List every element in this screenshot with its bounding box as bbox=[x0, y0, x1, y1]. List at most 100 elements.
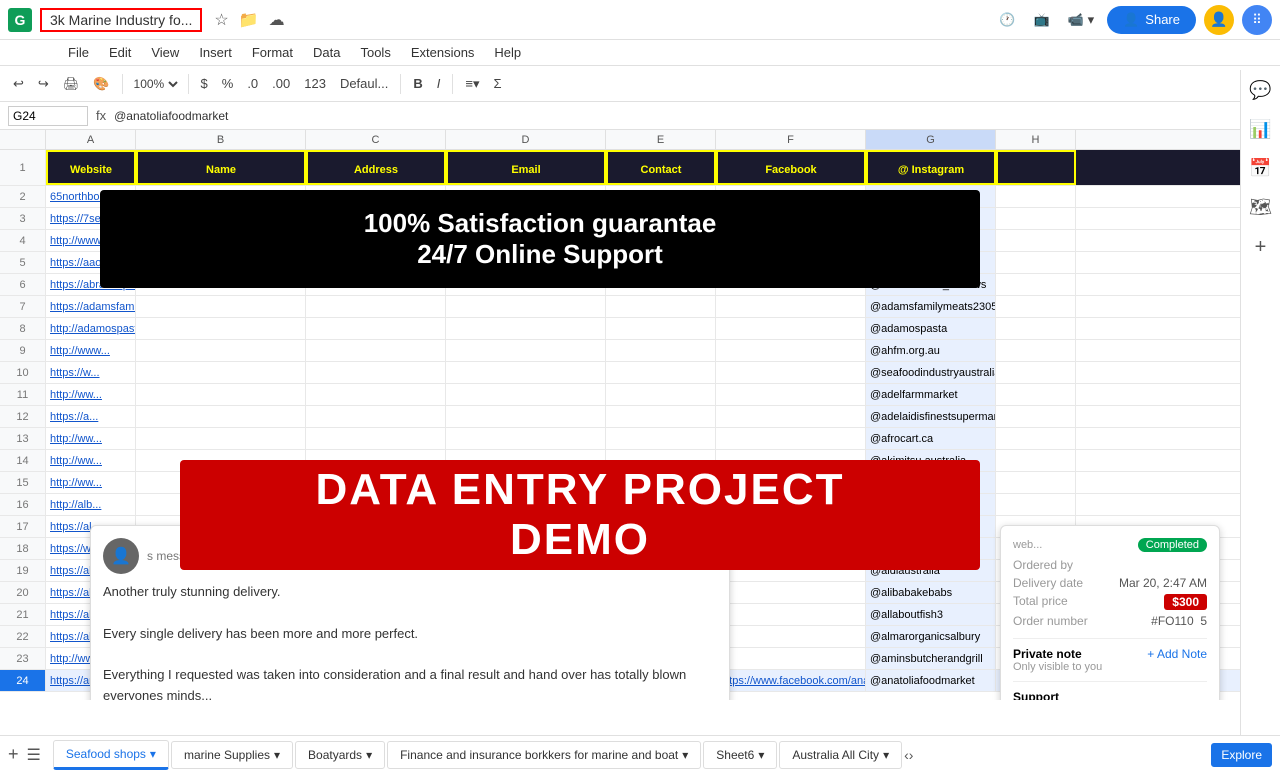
meet-button[interactable]: 📹 ▾ bbox=[1063, 9, 1099, 31]
menu-edit[interactable]: Edit bbox=[101, 42, 139, 63]
font-button[interactable]: Defaul... bbox=[335, 73, 393, 94]
cell-facebook-7[interactable] bbox=[716, 296, 866, 317]
cell-website-13[interactable]: http://ww... bbox=[46, 428, 136, 449]
cell-website-15[interactable]: http://ww... bbox=[46, 472, 136, 493]
redo-button[interactable]: ↪ bbox=[33, 73, 54, 95]
tab-australia-all-city[interactable]: Australia All City ▾ bbox=[779, 741, 902, 769]
cell-website-14[interactable]: http://ww... bbox=[46, 450, 136, 471]
table-row[interactable]: 9 http://www... @ahfm.org.au bbox=[0, 340, 1240, 362]
present-button[interactable]: 📺 bbox=[1029, 9, 1055, 31]
tab-boatyards[interactable]: Boatyards ▾ bbox=[295, 741, 385, 769]
cell-facebook-9[interactable] bbox=[716, 340, 866, 361]
filter-button[interactable]: ≡▾ bbox=[460, 73, 484, 95]
document-title[interactable]: 3k Marine Industry fo... bbox=[40, 8, 202, 32]
decrease-decimals-button[interactable]: .0 bbox=[242, 73, 263, 94]
col-header-g[interactable]: G bbox=[866, 130, 996, 149]
cloud-icon[interactable]: ☁ bbox=[269, 10, 285, 30]
tab-australia-dropdown-icon[interactable]: ▾ bbox=[883, 748, 889, 762]
cell-facebook-21[interactable] bbox=[716, 604, 866, 625]
table-row[interactable]: 8 http://adamospasta.com.au/ @adamospast… bbox=[0, 318, 1240, 340]
tab-marine-supplies[interactable]: marine Supplies ▾ bbox=[171, 741, 293, 769]
cell-facebook-8[interactable] bbox=[716, 318, 866, 339]
sidebar-maps-icon[interactable]: 🗺 bbox=[1249, 197, 1272, 218]
cell-name-7 bbox=[136, 296, 306, 317]
col-header-a[interactable]: A bbox=[46, 130, 136, 149]
zoom-select[interactable]: 100% bbox=[130, 76, 181, 92]
table-row[interactable]: 12 https://a... @adelaidisfinestsupermar… bbox=[0, 406, 1240, 428]
tab-marine-dropdown-icon[interactable]: ▾ bbox=[274, 748, 280, 762]
cell-website-11[interactable]: http://ww... bbox=[46, 384, 136, 405]
sidebar-plus-icon[interactable]: + bbox=[1255, 236, 1267, 259]
user-avatar[interactable]: 👤 bbox=[1204, 5, 1234, 35]
tab-boatyards-dropdown-icon[interactable]: ▾ bbox=[366, 748, 372, 762]
cell-facebook-12[interactable] bbox=[716, 406, 866, 427]
star-icon[interactable]: ☆ bbox=[214, 10, 228, 30]
italic-button[interactable]: I bbox=[432, 73, 446, 94]
menu-insert[interactable]: Insert bbox=[191, 42, 240, 63]
sidebar-sheets-icon[interactable]: 📊 bbox=[1249, 119, 1271, 140]
col-header-d[interactable]: D bbox=[446, 130, 606, 149]
format-123-button[interactable]: 123 bbox=[299, 73, 331, 94]
add-note-button[interactable]: + Add Note bbox=[1147, 647, 1207, 661]
menu-view[interactable]: View bbox=[143, 42, 187, 63]
col-header-f[interactable]: F bbox=[716, 130, 866, 149]
cell-website-12[interactable]: https://a... bbox=[46, 406, 136, 427]
cell-website-8[interactable]: http://adamospasta.com.au/ bbox=[46, 318, 136, 339]
col-header-c[interactable]: C bbox=[306, 130, 446, 149]
explore-button[interactable]: Explore bbox=[1211, 743, 1272, 767]
cell-facebook-20[interactable] bbox=[716, 582, 866, 603]
tab-seafood-dropdown-icon[interactable]: ▾ bbox=[150, 747, 156, 761]
percent-button[interactable]: % bbox=[217, 73, 239, 94]
menu-data[interactable]: Data bbox=[305, 42, 348, 63]
sheet-menu-button[interactable]: ☰ bbox=[27, 745, 41, 765]
row-num-10: 10 bbox=[0, 362, 46, 383]
sidebar-calendar-icon[interactable]: 📅 bbox=[1249, 158, 1271, 179]
tab-arrow-right[interactable]: › bbox=[909, 747, 914, 763]
cell-facebook-13[interactable] bbox=[716, 428, 866, 449]
tab-finance[interactable]: Finance and insurance borkkers for marin… bbox=[387, 741, 701, 769]
sidebar-chat-icon[interactable]: 💬 bbox=[1249, 80, 1271, 101]
table-row[interactable]: 7 https://adamsfamilymeats.co... @adamsf… bbox=[0, 296, 1240, 318]
currency-button[interactable]: $ bbox=[196, 73, 213, 94]
undo-button[interactable]: ↩ bbox=[8, 73, 29, 95]
cell-facebook-22[interactable] bbox=[716, 626, 866, 647]
tab-sheet6-dropdown-icon[interactable]: ▾ bbox=[758, 748, 764, 762]
menu-format[interactable]: Format bbox=[244, 42, 301, 63]
menu-help[interactable]: Help bbox=[486, 42, 529, 63]
cell-reference-input[interactable] bbox=[8, 106, 88, 126]
cell-facebook-23[interactable] bbox=[716, 648, 866, 669]
cell-website-16[interactable]: http://alb... bbox=[46, 494, 136, 515]
sum-button[interactable]: Σ bbox=[489, 73, 507, 94]
formula-content[interactable]: @anatoliafoodmarket bbox=[114, 109, 1272, 123]
menu-file[interactable]: File bbox=[60, 42, 97, 63]
row-num-5: 5 bbox=[0, 252, 46, 273]
print-button[interactable]: 🖨 bbox=[58, 73, 85, 95]
add-sheet-button[interactable]: + bbox=[8, 744, 19, 765]
table-row[interactable]: 10 https://w... @seafoodindustryaustrali… bbox=[0, 362, 1240, 384]
cell-website-7[interactable]: https://adamsfamilymeats.co... bbox=[46, 296, 136, 317]
col-header-h[interactable]: H bbox=[996, 130, 1076, 149]
col-header-b[interactable]: B bbox=[136, 130, 306, 149]
cell-name-13 bbox=[136, 428, 306, 449]
tab-seafood-shops[interactable]: Seafood shops ▾ bbox=[53, 740, 169, 770]
cell-website-10[interactable]: https://w... bbox=[46, 362, 136, 383]
tab-sheet6[interactable]: Sheet6 ▾ bbox=[703, 741, 777, 769]
cell-facebook-24[interactable]: https://www.facebook.com/anatoliamarl bbox=[716, 670, 866, 691]
folder-icon[interactable]: 📁 bbox=[239, 10, 259, 30]
history-button[interactable]: 🕐 bbox=[994, 9, 1020, 31]
increase-decimals-button[interactable]: .00 bbox=[267, 73, 295, 94]
share-button[interactable]: 👤 Share bbox=[1107, 6, 1196, 34]
cell-instagram-13: @afrocart.ca bbox=[866, 428, 996, 449]
menu-extensions[interactable]: Extensions bbox=[403, 42, 483, 63]
paint-format-button[interactable]: 🎨 bbox=[88, 73, 114, 95]
google-apps-icon[interactable]: ⠿ bbox=[1242, 5, 1272, 35]
table-row[interactable]: 13 http://ww... @afrocart.ca bbox=[0, 428, 1240, 450]
cell-facebook-10[interactable] bbox=[716, 362, 866, 383]
col-header-e[interactable]: E bbox=[606, 130, 716, 149]
bold-button[interactable]: B bbox=[408, 73, 427, 94]
cell-website-9[interactable]: http://www... bbox=[46, 340, 136, 361]
tab-finance-dropdown-icon[interactable]: ▾ bbox=[682, 748, 688, 762]
table-row[interactable]: 11 http://ww... @adelfarmmarket bbox=[0, 384, 1240, 406]
menu-tools[interactable]: Tools bbox=[352, 42, 398, 63]
cell-facebook-11[interactable] bbox=[716, 384, 866, 405]
